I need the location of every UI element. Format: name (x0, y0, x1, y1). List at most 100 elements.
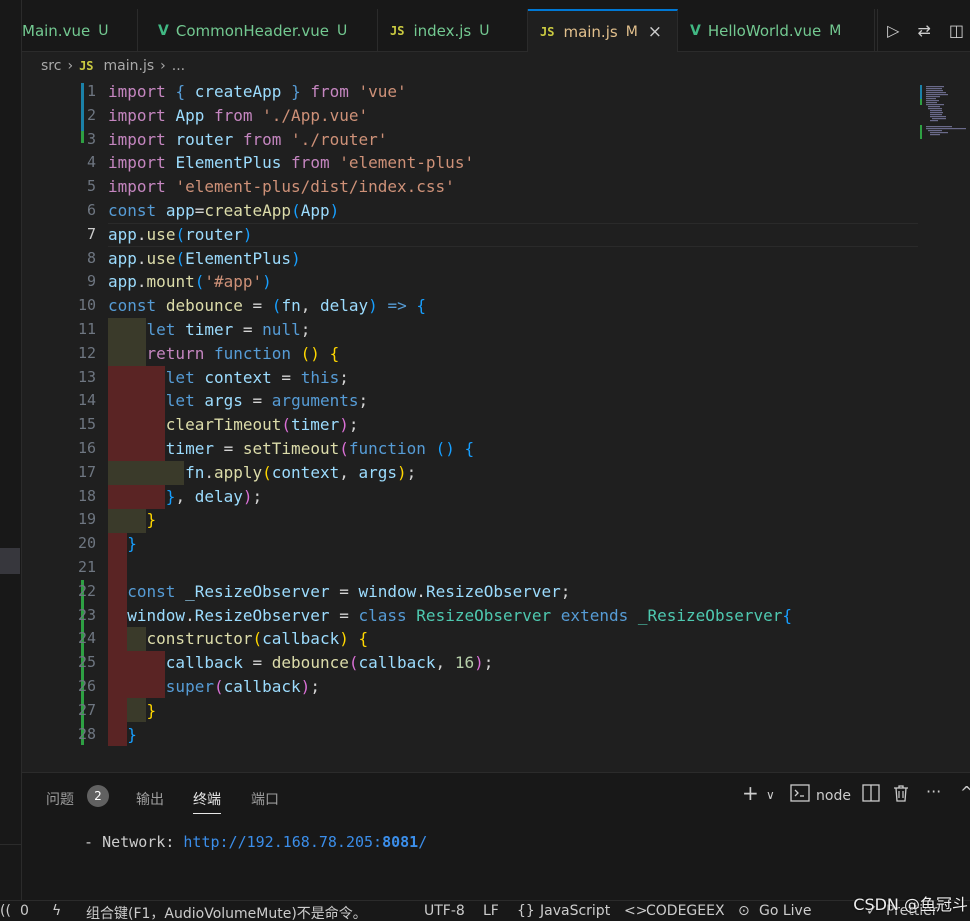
tab-label: main.js (563, 22, 618, 41)
tab-label: Main.vue (22, 21, 91, 40)
split-terminal-icon[interactable] (862, 784, 880, 806)
status-message: 组合键(F1，AudioVolumeMute)不是命令。 (86, 906, 367, 921)
codegeex-icon: <> (624, 903, 648, 919)
terminal-url[interactable]: http://192.168.78.205: (183, 833, 382, 851)
vue-icon: V (690, 22, 701, 39)
line-number: 16 (77, 439, 96, 457)
breadcrumb-file[interactable]: main.js (104, 58, 155, 74)
code-editor[interactable]: 1 2 3 4 5 6 7 8 9 10 11 12 13 14 15 16 17 18 19 20 21 22 23 24 2… (22, 80, 970, 772)
tab-main-js[interactable]: JS main.js M × (528, 9, 678, 52)
line-number: 24 (77, 629, 96, 648)
encoding[interactable]: UTF-8 (424, 903, 465, 919)
line-number: 25 (77, 653, 96, 672)
line-number: 9 (86, 272, 96, 291)
terminal-name[interactable]: node (816, 788, 851, 804)
line-number: 26 (77, 677, 96, 695)
terminal-icon (790, 784, 810, 806)
vscode-window: Main.vue U V CommonHeader.vue U JS index… (0, 0, 970, 921)
codegeex-status[interactable]: CODEGEEX (646, 903, 725, 919)
tab-terminal[interactable]: 终端 (193, 789, 221, 814)
line-number: 8 (86, 248, 96, 267)
language-mode[interactable]: JavaScript (540, 903, 610, 919)
js-icon: JS (390, 23, 405, 38)
line-number: 1 (86, 82, 96, 100)
line-number: 17 (77, 462, 96, 481)
terminal-output[interactable]: - Network: http://192.168.78.205:8081/ (66, 833, 427, 851)
line-number: 21 (77, 558, 96, 576)
tab-status: M (625, 23, 638, 40)
side-bar-selected-item[interactable] (0, 548, 20, 574)
tab-ports[interactable]: 端口 (251, 789, 279, 809)
close-icon[interactable]: × (648, 22, 662, 42)
chevron-up-icon[interactable]: ^ (960, 783, 970, 802)
line-number: 19 (77, 510, 96, 529)
tab-helloworld-vue[interactable]: V HelloWorld.vue M (678, 9, 878, 52)
line-number: 10 (77, 296, 96, 315)
minimap[interactable] (920, 85, 970, 145)
terminal-port[interactable]: 8081 (382, 833, 418, 851)
line-number: 13 (77, 367, 96, 386)
line-number: 27 (77, 700, 96, 719)
tab-index-js[interactable]: JS index.js U (378, 9, 528, 52)
lightning-icon[interactable]: ϟ (52, 903, 61, 919)
tab-label: HelloWorld.vue (707, 21, 822, 40)
divider (0, 844, 22, 845)
line-number: 4 (86, 153, 96, 172)
split-editor-icon[interactable]: ◫ (949, 21, 964, 40)
line-number: 22 (77, 581, 96, 600)
line-number: 11 (77, 320, 96, 338)
line-number: 28 (77, 724, 96, 743)
errors-count[interactable]: 0 (20, 903, 29, 919)
line-number: 6 (86, 201, 96, 219)
compare-changes-icon[interactable]: ⇄ (917, 21, 930, 40)
vue-icon: V (158, 22, 169, 39)
line-number: 18 (77, 486, 96, 505)
chevron-right-icon: › (67, 58, 74, 74)
go-live-button[interactable]: Go Live (759, 903, 811, 919)
bottom-panel: 问题 2 输出 终端 端口 + ∨ node ··· ^ - Network: … (22, 772, 970, 900)
tab-label: index.js (413, 21, 472, 40)
line-number: 23 (77, 605, 96, 624)
js-icon: JS (79, 59, 94, 73)
editor-actions: ▷ ⇄ ◫ (874, 9, 970, 52)
chevron-right-icon: › (160, 58, 166, 74)
broadcast-icon[interactable]: (( (0, 903, 11, 919)
tab-main-vue[interactable]: Main.vue U (22, 9, 138, 52)
line-number: 15 (77, 415, 96, 434)
chevron-down-icon[interactable]: ∨ (766, 788, 775, 802)
terminal-prefix: - Network: (66, 833, 184, 851)
tab-status: U (337, 22, 348, 39)
breadcrumb: src › JS main.js › ... (41, 58, 185, 74)
terminal-url-suffix[interactable]: / (418, 833, 427, 851)
braces-icon: {} (517, 903, 535, 919)
tab-label: CommonHeader.vue (175, 21, 330, 40)
more-icon[interactable]: ··· (926, 782, 941, 801)
breadcrumb-more[interactable]: ... (172, 58, 185, 74)
line-number: 7 (86, 224, 96, 243)
line-number: 20 (77, 534, 96, 553)
trash-icon[interactable] (893, 784, 909, 806)
breadcrumb-folder[interactable]: src (41, 58, 61, 74)
csdn-watermark: CSDN @鱼冠斗 (853, 895, 968, 914)
status-bar: (( 0 ϟ 组合键(F1，AudioVolumeMute)不是命令。 UTF-… (0, 900, 970, 921)
tab-status: M (829, 22, 842, 39)
run-icon[interactable]: ▷ (887, 21, 899, 40)
code-lines: import { createApp } from 'vue' import A… (108, 82, 793, 744)
tab-status: U (98, 22, 109, 39)
problems-count-badge: 2 (87, 785, 109, 807)
editor-tab-bar: Main.vue U V CommonHeader.vue U JS index… (22, 0, 970, 52)
line-number: 5 (86, 177, 96, 196)
golive-icon: ⊙ (738, 903, 750, 919)
new-terminal-icon[interactable]: + (742, 781, 759, 805)
tab-commonheader-vue[interactable]: V CommonHeader.vue U (146, 9, 378, 52)
line-number: 12 (77, 343, 96, 362)
js-icon: JS (540, 24, 555, 39)
tab-problems[interactable]: 问题 (46, 789, 74, 809)
line-number: 3 (86, 129, 96, 148)
tab-output[interactable]: 输出 (136, 789, 164, 809)
side-bar-edge (0, 0, 22, 900)
tab-status: U (479, 22, 490, 39)
line-number: 2 (86, 105, 96, 124)
line-number: 14 (77, 391, 96, 410)
line-ending[interactable]: LF (483, 903, 499, 919)
